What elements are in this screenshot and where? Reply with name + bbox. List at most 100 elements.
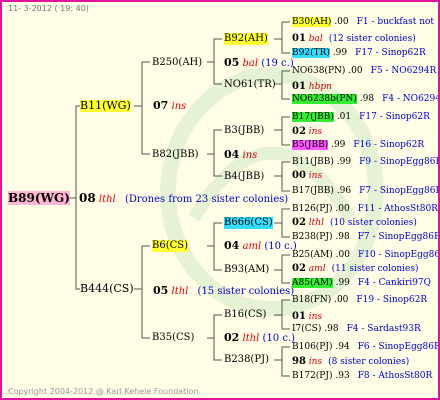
gen4-mating-row: 00 ins: [292, 170, 328, 182]
gen4-id[interactable]: B172(PJ): [292, 371, 332, 381]
gen4-code: ins: [308, 357, 323, 367]
gen2-mating: 04 ins: [224, 148, 258, 162]
gen4-parent-row[interactable]: B172(PJ) .93 F8 - AthosSt80R: [292, 370, 432, 382]
gen3-node[interactable]: B93(AM): [224, 264, 269, 276]
gen4-id[interactable]: B30(AH): [292, 17, 332, 27]
gen2-node[interactable]: B250(AH): [152, 57, 202, 69]
gen4-value: .00: [334, 17, 349, 27]
gen4-gen: 01: [292, 81, 306, 92]
gen4-parent-row[interactable]: B92(TR) .99 F17 - Sinop62R: [292, 47, 426, 59]
gen4-value: .00: [334, 295, 349, 305]
gen4-id[interactable]: B126(PJ): [292, 204, 332, 214]
pedigree-frame: 11- 3-2012 ( 19: 40) B89(WG) B11(WG) B44…: [0, 0, 440, 400]
gen4-value: .99: [332, 48, 348, 58]
gen4-id[interactable]: I7(CS): [292, 324, 321, 334]
gen4-gen: 01: [292, 311, 306, 322]
sire-node[interactable]: B11(WG): [80, 100, 131, 112]
gen3-node[interactable]: B16(CS): [224, 309, 266, 321]
gen4-tag: F10 - SinopEgg86R: [358, 250, 440, 260]
gen4-gen: 02: [292, 263, 306, 274]
gen4-mating-row: 01 hbpn: [292, 81, 338, 93]
gen4-parent-row[interactable]: NO6238b(PN) .98 F4 - NO6294R: [292, 93, 438, 105]
gen4-code: hbpn: [308, 82, 332, 92]
gen4-parent-row[interactable]: B17(JBB) .96 F7 - SinopEgg86R: [292, 185, 438, 197]
gen4-note: (8 sister colonies): [328, 357, 410, 367]
gen2-mating: 02 lthl (10 c.): [224, 331, 296, 345]
gen4-value: .99: [336, 157, 352, 167]
gen4-id[interactable]: NO638(PN): [292, 66, 345, 76]
gen4-tag: F4 - Sardast93R: [346, 324, 421, 334]
gen2-node[interactable]: B82(JBB): [152, 149, 199, 161]
gen4-parent-row[interactable]: B106(PJ) .94 F6 - SinopEgg86R: [292, 341, 440, 353]
root-note: (Drones from 23 sister colonies): [124, 194, 289, 205]
gen4-parent-row[interactable]: B17(JBB) .01 F17 - Sinop62R: [292, 111, 430, 123]
gen4-note: (11 sister colonies): [331, 264, 419, 274]
gen4-value: .99: [335, 278, 350, 288]
gen4-value: .93: [335, 371, 350, 381]
gen4-id[interactable]: B18(FN): [292, 295, 331, 305]
dam-node[interactable]: B444(CS): [80, 283, 134, 295]
gen4-gen: 01: [292, 33, 306, 44]
gen4-tag: F6 - SinopEgg86R: [357, 342, 440, 352]
gen4-mating-row: 02 aml (11 sister colonies): [292, 263, 419, 275]
gen4-code: aml: [308, 264, 326, 274]
gen2-mating: 04 aml (10 c.): [224, 239, 297, 253]
gen2-node[interactable]: B6(CS): [152, 240, 189, 252]
gen4-code: ins: [308, 312, 323, 322]
gen4-tag: F1 - buckfast not: [356, 17, 435, 27]
gen4-parent-row[interactable]: B5(JBB) .99 F16 - Sinop62R: [292, 139, 424, 151]
gen4-value: .96: [336, 186, 352, 196]
gen4-note: (12 sister colonies): [328, 34, 416, 44]
gen4-tag: F8 - AthosSt80R: [357, 371, 433, 381]
gen3-node[interactable]: B3(JBB): [224, 125, 264, 137]
gen4-id[interactable]: B17(JBB): [292, 112, 334, 122]
gen4-parent-row[interactable]: NO638(PN) .00 F5 - NO6294R: [292, 65, 436, 77]
gen4-parent-row[interactable]: B238(PJ) .98 F7 - SinopEgg86R: [292, 231, 438, 243]
gen4-id[interactable]: NO6238b(PN): [292, 94, 357, 104]
gen4-value: .98: [324, 324, 339, 334]
gen4-parent-row[interactable]: B30(AH) .00 F1 - buckfast not: [292, 16, 434, 28]
gen4-id[interactable]: B11(JBB): [292, 157, 334, 167]
gen4-gen: 00: [292, 170, 306, 181]
root-gen: 08: [79, 191, 96, 205]
gen3-node[interactable]: NO61(TR): [224, 79, 276, 91]
gen4-id[interactable]: A85(AM): [292, 278, 333, 288]
gen4-parent-row[interactable]: B18(FN) .00 F19 - Sinop62R: [292, 294, 427, 306]
gen4-parent-row[interactable]: A85(AM) .99 F4 - Cankiri97Q: [292, 277, 431, 289]
gen4-mating-row: 01 bal (12 sister colonies): [292, 33, 416, 45]
gen4-id[interactable]: B25(AM): [292, 250, 333, 260]
gen4-tag: F17 - Sinop62R: [355, 48, 426, 58]
gen3-node[interactable]: B238(PJ): [224, 354, 269, 366]
gen2-mating: 05 bal (19 c.): [224, 56, 294, 70]
gen4-tag: F4 - Cankiri97Q: [357, 278, 432, 288]
gen4-mating-row: 98 ins (8 sister colonies): [292, 356, 409, 368]
gen3-node[interactable]: B92(AH): [224, 33, 268, 45]
gen4-id[interactable]: B92(TR): [292, 48, 330, 58]
gen4-id[interactable]: B5(JBB): [292, 140, 329, 150]
gen4-id[interactable]: B106(PJ): [292, 342, 332, 352]
gen4-id[interactable]: B17(JBB): [292, 186, 334, 196]
gen4-mating-row: 02 ins: [292, 126, 328, 138]
gen3-node[interactable]: B666(CS): [224, 217, 273, 229]
root-code: lthl: [98, 194, 116, 205]
gen4-parent-row[interactable]: B25(AM) .00 F10 - SinopEgg86R: [292, 249, 440, 261]
gen4-gen: 02: [292, 217, 306, 228]
gen4-code: ins: [308, 171, 323, 181]
gen4-gen: 02: [292, 126, 306, 137]
gen2-node[interactable]: B35(CS): [152, 332, 194, 344]
gen4-tag: F9 - SinopEgg86R: [359, 157, 440, 167]
gen4-value: .01: [336, 112, 352, 122]
gen4-tag: F11 - AthosSt80R: [357, 204, 438, 214]
dam-mating: 05 lthl (15 sister colonies): [153, 284, 295, 298]
root-node[interactable]: B89(WG): [8, 191, 70, 205]
gen4-code: lthl: [308, 218, 324, 228]
gen4-parent-row[interactable]: I7(CS) .98 F4 - Sardast93R: [292, 323, 421, 335]
gen4-mating-row: 01 ins: [292, 311, 328, 323]
gen4-id[interactable]: B238(PJ): [292, 232, 332, 242]
gen3-node[interactable]: B4(JBB): [224, 171, 264, 183]
gen4-parent-row[interactable]: B126(PJ) .00 F11 - AthosSt80R: [292, 203, 438, 215]
copyright: Copyright 2004-2012 @ Karl Kehele Founda…: [8, 387, 202, 396]
gen4-parent-row[interactable]: B11(JBB) .99 F9 - SinopEgg86R: [292, 156, 440, 168]
gen4-mating-row: 02 lthl (10 sister colonies): [292, 217, 417, 229]
gen4-note: (10 sister colonies): [329, 218, 417, 228]
